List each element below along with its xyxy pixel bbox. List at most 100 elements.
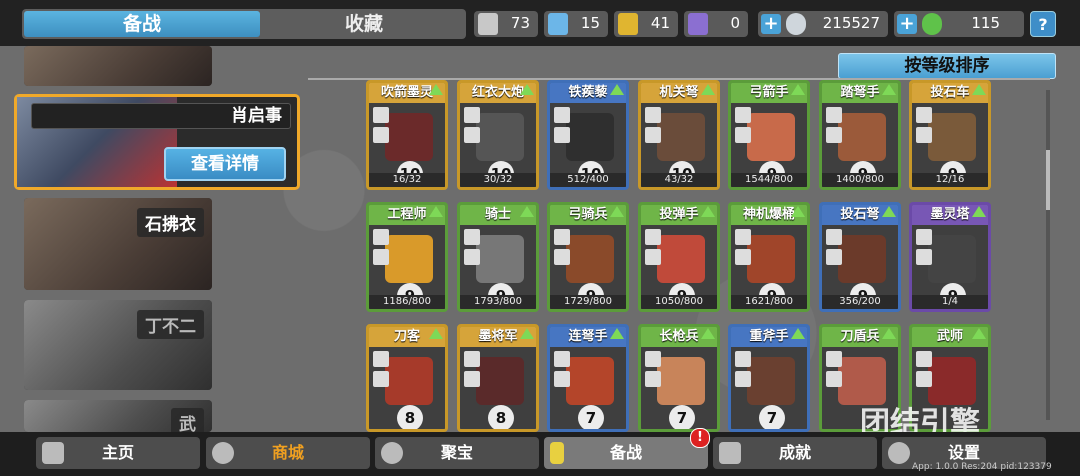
unit-sprite — [657, 235, 705, 283]
purple-shield-icon — [688, 13, 708, 35]
hero-card[interactable]: 石拂衣 — [24, 198, 212, 290]
unit-card[interactable]: 投弹手91050/800 — [638, 202, 720, 312]
tab-prepare[interactable]: 备战 — [24, 11, 260, 37]
add-jade-button[interactable]: + — [897, 14, 917, 34]
nav-label: 备战 — [609, 443, 642, 462]
scrollbar-thumb[interactable] — [1046, 150, 1050, 210]
nav-label: 商城 — [271, 443, 304, 462]
unit-progress: 43/32 — [641, 173, 717, 187]
stat-icon — [645, 249, 661, 265]
unit-sprite — [928, 113, 976, 161]
unit-card[interactable]: 红衣大炮1030/32 — [457, 80, 539, 190]
view-details-button[interactable]: 查看详情 — [164, 147, 286, 181]
notification-badge: ! — [690, 428, 710, 448]
unit-sprite — [385, 235, 433, 283]
stat-icon — [554, 127, 570, 143]
home-icon — [42, 442, 64, 464]
unit-card[interactable]: 骑士91793/800 — [457, 202, 539, 312]
treasure-bowl-icon — [381, 442, 403, 464]
hero-card[interactable] — [24, 46, 212, 86]
unit-sprite — [566, 113, 614, 161]
stat-icon — [464, 107, 480, 123]
unit-sprite — [657, 113, 705, 161]
stat-icon — [916, 351, 932, 367]
unit-card[interactable]: 重斧手 7 — [728, 324, 810, 432]
resource-value: 73 — [510, 14, 530, 32]
stat-icon — [735, 249, 751, 265]
stat-icon — [464, 371, 480, 387]
unit-card[interactable]: 连弩手 7 — [547, 324, 629, 432]
nav-shop[interactable]: 商城 — [206, 437, 370, 469]
resource-value: 0 — [730, 14, 740, 32]
stat-icon — [826, 107, 842, 123]
hero-card[interactable]: 丁不二 — [24, 300, 212, 390]
stat-icon — [373, 229, 389, 245]
stat-icon — [826, 229, 842, 245]
add-coin-button[interactable]: + — [761, 14, 781, 34]
stat-icon — [373, 249, 389, 265]
nav-home[interactable]: 主页 — [36, 437, 200, 469]
unit-card[interactable]: 长枪兵 7 — [638, 324, 720, 432]
unit-card[interactable]: 吹箭墨灵1016/32 — [366, 80, 448, 190]
stat-icon — [735, 127, 751, 143]
unit-card[interactable]: 弓骑兵91729/800 — [547, 202, 629, 312]
upgrade-arrow-icon — [520, 84, 534, 95]
unit-card[interactable]: 投石车912/16 — [909, 80, 991, 190]
gear-icon — [888, 442, 910, 464]
nav-achievement[interactable]: 成就 — [713, 437, 877, 469]
stat-icon — [645, 127, 661, 143]
nav-prepare[interactable]: 备战 — [544, 437, 708, 469]
resource-value: 215527 — [822, 14, 880, 32]
unit-progress: 1050/800 — [641, 295, 717, 309]
upgrade-arrow-icon — [791, 328, 805, 339]
hero-card[interactable]: 武 — [24, 400, 212, 432]
unit-card[interactable]: 墨灵塔91/4 — [909, 202, 991, 312]
upgrade-arrow-icon — [972, 328, 986, 339]
unit-sprite — [566, 357, 614, 405]
resource-value: 115 — [971, 14, 1000, 32]
unit-card[interactable]: 机关弩1043/32 — [638, 80, 720, 190]
unit-card[interactable]: 刀客 8 — [366, 324, 448, 432]
unit-sprite — [838, 235, 886, 283]
unit-body: 7 — [550, 347, 626, 429]
unit-card[interactable]: 工程师91186/800 — [366, 202, 448, 312]
nav-label: 设置 — [947, 443, 980, 462]
gold-shield-icon — [618, 13, 638, 35]
hero-name: 武 — [171, 408, 204, 432]
top-bar: 备战 收藏 73 15 41 0 + 215527 + 115 ? — [0, 0, 1080, 46]
stat-icon — [916, 229, 932, 245]
stat-icon — [554, 229, 570, 245]
nav-label: 成就 — [778, 443, 811, 462]
unit-card[interactable]: 神机爆桶91621/800 — [728, 202, 810, 312]
nav-treasure[interactable]: 聚宝 — [375, 437, 539, 469]
stat-icon — [554, 249, 570, 265]
hero-card-selected[interactable]: 肖启事 查看详情 — [14, 94, 300, 190]
silver-coin-icon — [786, 13, 806, 35]
unit-progress: 356/200 — [822, 295, 898, 309]
hero-name: 肖启事 — [31, 103, 291, 129]
nav-label: 聚宝 — [440, 443, 473, 462]
achievement-icon — [719, 442, 741, 464]
upgrade-arrow-icon — [520, 206, 534, 217]
unit-card[interactable]: 铁蒺藜10512/400 — [547, 80, 629, 190]
sort-by-level-button[interactable]: 按等级排序 — [838, 53, 1056, 79]
stat-icon — [735, 107, 751, 123]
unit-progress: 1400/800 — [822, 173, 898, 187]
upgrade-arrow-icon — [701, 84, 715, 95]
unit-progress: 16/32 — [369, 173, 445, 187]
unit-card[interactable]: 弓箭手91544/800 — [728, 80, 810, 190]
coins-icon — [212, 442, 234, 464]
unit-card[interactable]: 踏弩手91400/800 — [819, 80, 901, 190]
help-button[interactable]: ? — [1030, 11, 1056, 37]
tab-group: 备战 收藏 — [22, 9, 466, 39]
resource-value: 41 — [650, 14, 670, 32]
stat-icon — [464, 229, 480, 245]
tab-collection[interactable]: 收藏 — [262, 9, 466, 39]
scrollbar-track[interactable] — [1046, 90, 1050, 420]
unit-card[interactable]: 墨将军 8 — [457, 324, 539, 432]
unit-body: 7 — [641, 347, 717, 429]
unit-card[interactable]: 投石弩9356/200 — [819, 202, 901, 312]
unit-progress: 1793/800 — [460, 295, 536, 309]
stat-icon — [916, 371, 932, 387]
unit-sprite — [385, 357, 433, 405]
